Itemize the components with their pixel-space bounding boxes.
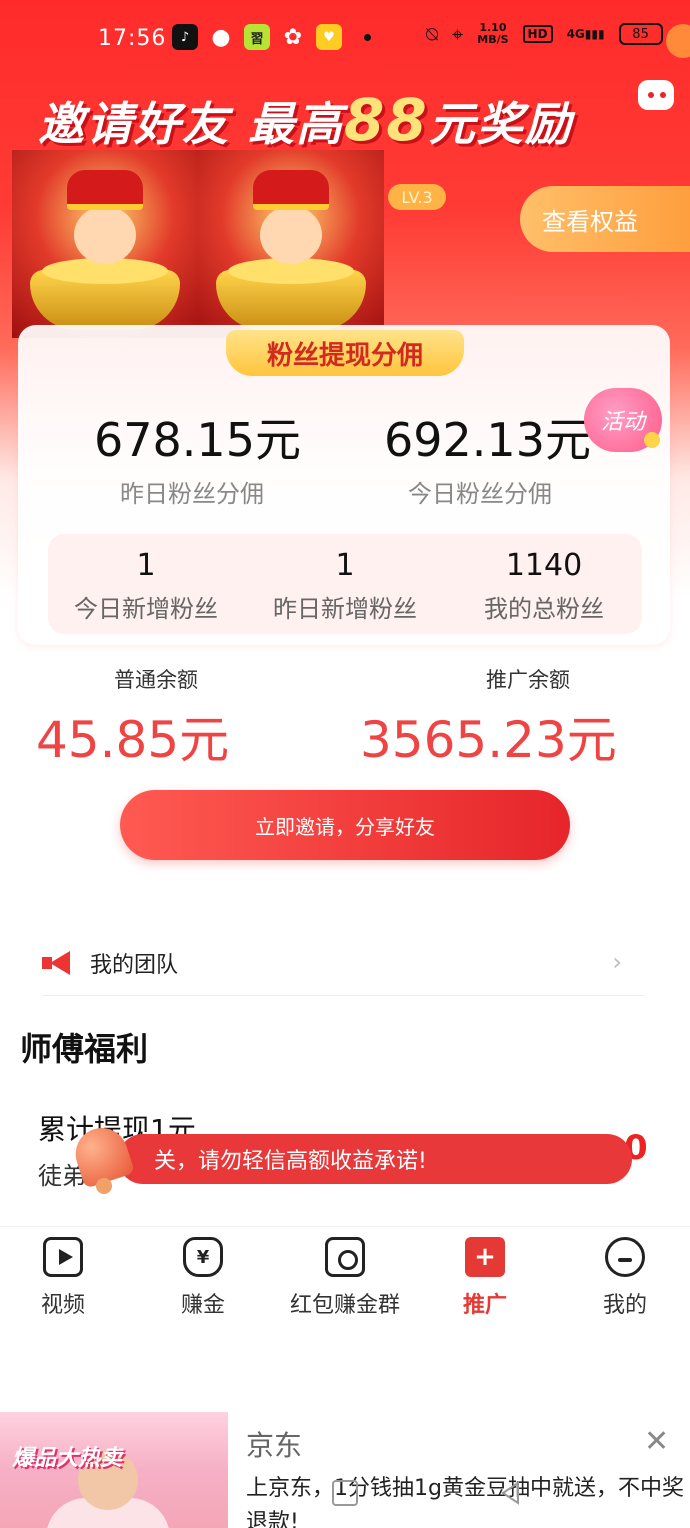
- mute-icon: ⍉: [426, 22, 438, 46]
- tab-label: 推广: [462, 1293, 507, 1318]
- today-commission-value: 692.13元: [384, 413, 591, 467]
- ad-image-text: 爆品大热卖: [12, 1446, 123, 1471]
- signal-label: 4G: [566, 27, 585, 41]
- bell-icon: [66, 1118, 136, 1198]
- avatar-image-2: [198, 150, 384, 338]
- god-of-wealth-face: [260, 206, 322, 264]
- ad-brand: 京东: [246, 1429, 303, 1462]
- coin-icon: [644, 432, 660, 448]
- fans-stat-value: 1: [335, 548, 355, 583]
- promo-balance-value: 3565.23元: [360, 711, 617, 769]
- status-bar: 17:56 ♪ ● 習 ✿ ♥ ⍉ ⌖ 1.10 MB/S HD 4G▮▮▮ 8…: [0, 18, 690, 62]
- fans-stat-yesterday: 1 昨日新增粉丝: [245, 548, 445, 624]
- fans-stat-value: 1140: [505, 548, 583, 583]
- normal-balance-value: 45.85元: [36, 711, 230, 769]
- god-of-wealth-hat: [253, 170, 329, 210]
- robot-eye-right: [660, 92, 666, 98]
- banner-title-part1: 邀请好友: [38, 97, 230, 151]
- tiktok-icon: ♪: [172, 24, 198, 50]
- signal-icon: 4G▮▮▮: [566, 27, 605, 41]
- tab-label: 红包赚金群: [289, 1293, 400, 1318]
- activity-badge-label: 活动: [600, 410, 645, 435]
- level-badge: LV.3: [388, 184, 446, 210]
- heart-shield-icon: ♥: [316, 24, 342, 50]
- notification-icons: ♪ ● 習 ✿ ♥: [172, 24, 371, 50]
- ad-description: 上京东，1分钱抽1g黄金豆抽中就送，不中奖退款!: [246, 1476, 684, 1528]
- banner-title: 邀请好友 最高88元奖励: [38, 86, 573, 154]
- tab-promote[interactable]: + 推广: [416, 1233, 554, 1319]
- fans-stat-label: 今日新增粉丝: [74, 595, 218, 623]
- avatar-image-1: [12, 150, 198, 338]
- back-icon[interactable]: [498, 1480, 524, 1506]
- net-speed: 1.10 MB/S: [477, 22, 508, 46]
- group-icon: [325, 1237, 365, 1277]
- ad-image[interactable]: 爆品大热卖: [0, 1412, 228, 1528]
- tab-label: 赚金: [180, 1293, 225, 1318]
- close-icon[interactable]: ✕: [644, 1424, 669, 1459]
- more-dot-icon: [364, 33, 371, 41]
- god-of-wealth-face: [74, 206, 136, 264]
- invite-share-button[interactable]: 立即邀请，分享好友: [120, 790, 570, 860]
- today-commission-label: 今日粉丝分佣: [408, 480, 552, 508]
- tab-label: 我的: [602, 1293, 647, 1318]
- my-team-label: 我的团队: [90, 952, 179, 978]
- master-welfare-title: 师傅福利: [20, 1030, 149, 1068]
- ad-banner[interactable]: 爆品大热卖 京东 ✕ 上京东，1分钱抽1g黄金豆抽中就送，不中奖退款!: [0, 1412, 690, 1528]
- my-team-row[interactable]: 我的团队 ›: [42, 930, 644, 996]
- megaphone-icon: [42, 950, 72, 975]
- net-speed-unit: MB/S: [477, 33, 509, 46]
- view-rights-button[interactable]: 查看权益: [520, 186, 690, 252]
- banner-title-part3: 元奖励: [428, 97, 573, 151]
- robot-head: [638, 80, 674, 110]
- profile-icon: [605, 1237, 645, 1277]
- chevron-right-icon: ›: [612, 948, 622, 976]
- app-icon: 習: [244, 24, 270, 50]
- banner-title-part2: 最高: [248, 97, 345, 151]
- yesterday-commission-value: 678.15元: [94, 413, 301, 467]
- tab-label: 视频: [40, 1293, 85, 1318]
- normal-balance-label: 普通余额: [114, 668, 198, 692]
- status-time: 17:56: [98, 26, 167, 51]
- tab-earn[interactable]: ¥ 赚金: [134, 1233, 272, 1319]
- robot-eye-left: [648, 92, 654, 98]
- promo-balance-label: 推广余额: [486, 668, 570, 692]
- bell-clapper: [96, 1178, 112, 1194]
- tab-video[interactable]: 视频: [0, 1233, 132, 1319]
- promote-icon: +: [465, 1237, 505, 1277]
- warning-toast: 关，请勿轻信高额收益承诺!: [118, 1134, 632, 1184]
- tab-red-packet-group[interactable]: 红包赚金群: [276, 1233, 414, 1319]
- robot-mascot-icon[interactable]: [636, 72, 676, 126]
- yesterday-commission-label: 昨日粉丝分佣: [120, 480, 264, 508]
- bottom-tab-bar: 视频 ¥ 赚金 红包赚金群 + 推广 我的: [0, 1226, 690, 1336]
- fans-stat-label: 昨日新增粉丝: [273, 595, 417, 623]
- flower-icon: ✿: [283, 24, 303, 50]
- activity-badge[interactable]: 活动: [584, 388, 662, 452]
- video-icon: [43, 1237, 83, 1277]
- battery-icon: 85: [618, 23, 663, 45]
- fans-stat-today: 1 今日新增粉丝: [46, 548, 246, 624]
- hd-icon: HD: [522, 25, 553, 43]
- recent-apps-icon[interactable]: [332, 1480, 358, 1506]
- god-of-wealth-hat: [67, 170, 143, 210]
- banner-title-num: 88: [344, 86, 429, 154]
- qq-icon: ●: [211, 24, 231, 50]
- system-icons: ⍉ ⌖ 1.10 MB/S HD 4G▮▮▮ 85: [426, 22, 663, 46]
- fans-stat-value: 1: [136, 548, 156, 583]
- fans-stat-total: 1140 我的总粉丝: [444, 548, 644, 624]
- money-bag-icon: ¥: [183, 1237, 223, 1277]
- location-icon: ⌖: [452, 22, 464, 46]
- tab-me[interactable]: 我的: [556, 1233, 690, 1319]
- fans-stat-label: 我的总粉丝: [484, 595, 604, 623]
- commission-card-title: 粉丝提现分佣: [226, 330, 464, 376]
